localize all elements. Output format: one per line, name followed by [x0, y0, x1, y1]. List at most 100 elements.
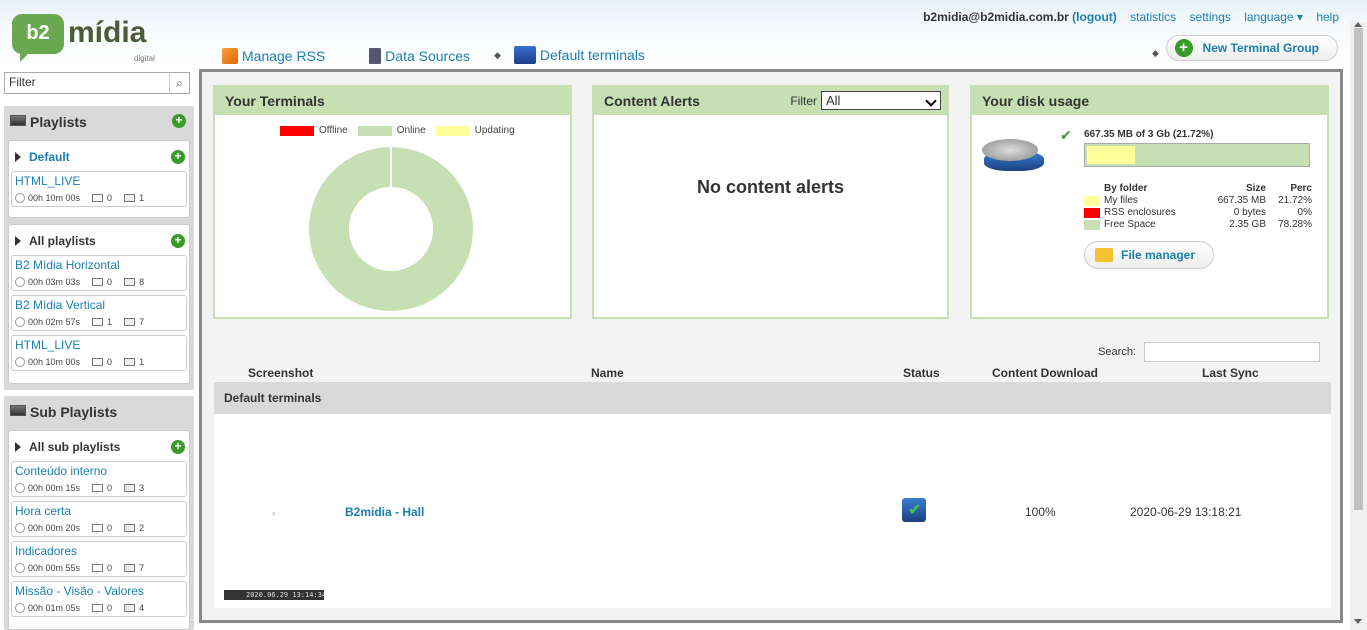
default-group-title[interactable]: Default + [9, 141, 189, 171]
playlist-name[interactable]: Hora certa [15, 504, 71, 518]
new-terminal-group-button[interactable]: + New Terminal Group [1165, 35, 1338, 61]
manage-rss-link[interactable]: Manage RSS [222, 48, 325, 64]
monitor-icon [92, 484, 104, 492]
add-sub-playlist-icon[interactable]: + [171, 440, 185, 454]
duration: 00h 01m 05s [28, 603, 81, 613]
media-count: 2 [139, 523, 145, 533]
data-sources-label: Data Sources [385, 48, 470, 64]
col-last-sync[interactable]: Last Sync [1202, 366, 1259, 380]
list-item[interactable]: HTML_LIVE 00h 10m 00s 0 1 [11, 171, 187, 207]
donut-divider [390, 147, 392, 187]
add-to-default-icon[interactable]: + [171, 150, 185, 164]
color-swatch [1084, 196, 1100, 206]
list-item[interactable]: Indicadores 00h 00m 55s 0 7 [11, 541, 187, 577]
terminal-count: 0 [107, 193, 113, 203]
all-playlists-title[interactable]: All playlists + [9, 225, 189, 255]
your-terminals-box: Your Terminals Offline Online Updating [213, 85, 572, 319]
folder-icon [1095, 248, 1113, 262]
playlist-name[interactable]: B2 Mídia Vertical [15, 298, 105, 312]
playlist-name[interactable]: HTML_LIVE [15, 174, 80, 188]
search-label: Search: [1098, 346, 1136, 358]
search-input[interactable] [1144, 342, 1320, 362]
filter-value: Filter [9, 75, 36, 89]
all-sub-playlists-title[interactable]: All sub playlists + [9, 431, 189, 461]
expand-icon [15, 152, 21, 162]
media-icon [124, 604, 136, 612]
logo-bubble: b2 [12, 14, 64, 62]
add-playlist-icon[interactable]: + [171, 234, 185, 248]
list-item[interactable]: Missão - Visão - Valores 00h 01m 05s 0 4 [11, 581, 187, 617]
monitor-icon [92, 358, 104, 366]
media-icon [124, 484, 136, 492]
media-icon [124, 194, 136, 202]
col-status[interactable]: Status [903, 366, 940, 380]
playlist-name[interactable]: Conteúdo interno [15, 464, 107, 478]
duration: 00h 00m 55s [28, 563, 81, 573]
search-icon[interactable]: ⌕ [169, 73, 189, 93]
col-screenshot[interactable]: Screenshot [248, 366, 313, 380]
col-content-download[interactable]: Content Download [992, 366, 1098, 380]
scroll-up-icon[interactable] [1354, 22, 1362, 27]
help-link[interactable]: help [1316, 10, 1339, 24]
screenshot-thumbnail[interactable]: › [272, 508, 275, 518]
brand-logo[interactable]: b2 mídia digital [12, 12, 155, 64]
sub-playlists-header: Sub Playlists [4, 396, 194, 426]
filter-input[interactable]: Filter ⌕ [4, 72, 190, 94]
alerts-filter-select[interactable]: All [821, 91, 941, 110]
terminal-count: 0 [107, 563, 113, 573]
playlist-name[interactable]: Missão - Visão - Valores [15, 584, 144, 598]
folder-perc: 0% [1297, 207, 1312, 218]
clock-icon [15, 523, 25, 533]
playlist-meta: 00h 00m 15s 0 3 [15, 483, 144, 493]
main-content: Your Terminals Offline Online Updating C… [199, 69, 1343, 623]
last-sync-value: 2020-06-29 13:18:21 [1130, 505, 1242, 519]
clock-icon [15, 193, 25, 203]
language-menu[interactable]: language ▾ [1244, 10, 1303, 24]
user-links: b2midia@b2midia.com.br (logout) statisti… [923, 10, 1339, 24]
logout-link[interactable]: (logout) [1072, 10, 1117, 24]
data-source-icon [369, 48, 382, 64]
settings-link[interactable]: settings [1190, 10, 1231, 24]
col-name[interactable]: Name [591, 366, 624, 380]
playlist-meta: 00h 00m 20s 0 2 [15, 523, 144, 533]
data-sources-link[interactable]: Data Sources [369, 48, 470, 64]
all-playlists-group: All playlists + B2 Mídia Horizontal 00h … [8, 224, 190, 384]
statistics-link[interactable]: statistics [1130, 10, 1176, 24]
media-icon [124, 564, 136, 572]
plus-icon: + [1174, 39, 1193, 57]
media-icon [124, 524, 136, 532]
content-download-value: 100% [1025, 505, 1056, 519]
table-header: Screenshot Name Status Content Download … [214, 364, 1331, 382]
disk-folder-table: By folder Size Perc My files 667.35 MB 21.72… [1084, 183, 1312, 231]
clock-icon [15, 317, 25, 327]
clock-icon [15, 357, 25, 367]
list-item[interactable]: HTML_LIVE 00h 10m 00s 0 1 [11, 335, 187, 371]
default-terminals-link[interactable]: Default terminals [513, 46, 645, 64]
legend-swatch-online [357, 125, 392, 136]
duration: 00h 00m 20s [28, 523, 81, 533]
list-item[interactable]: Hora certa 00h 00m 20s 0 2 [11, 501, 187, 537]
scroll-down-icon[interactable] [1354, 619, 1362, 624]
vertical-scrollbar[interactable] [1350, 22, 1367, 630]
media-count: 8 [139, 277, 145, 287]
default-group-label: Default [29, 150, 70, 164]
list-item[interactable]: B2 Mídia Horizontal 00h 03m 03s 0 8 [11, 255, 187, 291]
terminal-name-link[interactable]: B2midia - Hall [345, 505, 424, 519]
duration: 00h 10m 00s [28, 357, 81, 367]
file-manager-button[interactable]: File manager [1084, 241, 1214, 269]
playlist-name[interactable]: B2 Mídia Horizontal [15, 258, 120, 272]
table-row[interactable]: › B2midia - Hall ✔ 100% 2020-06-29 13:18… [214, 414, 1331, 608]
monitor-icon [92, 318, 104, 326]
scrollbar-thumb[interactable] [1354, 28, 1363, 510]
table-search: Search: [1098, 342, 1320, 362]
terminals-donut-chart [309, 147, 473, 311]
add-playlist-icon[interactable]: + [172, 114, 186, 128]
legend-label-offline: Offline [319, 125, 348, 136]
playlist-name[interactable]: Indicadores [15, 544, 77, 558]
disk-progress-bar [1084, 143, 1310, 167]
your-terminals-title: Your Terminals [215, 87, 570, 115]
list-item[interactable]: B2 Mídia Vertical 00h 02m 57s 1 7 [11, 295, 187, 331]
list-item[interactable]: Conteúdo interno 00h 00m 15s 0 3 [11, 461, 187, 497]
clock-icon [15, 563, 25, 573]
playlist-name[interactable]: HTML_LIVE [15, 338, 80, 352]
